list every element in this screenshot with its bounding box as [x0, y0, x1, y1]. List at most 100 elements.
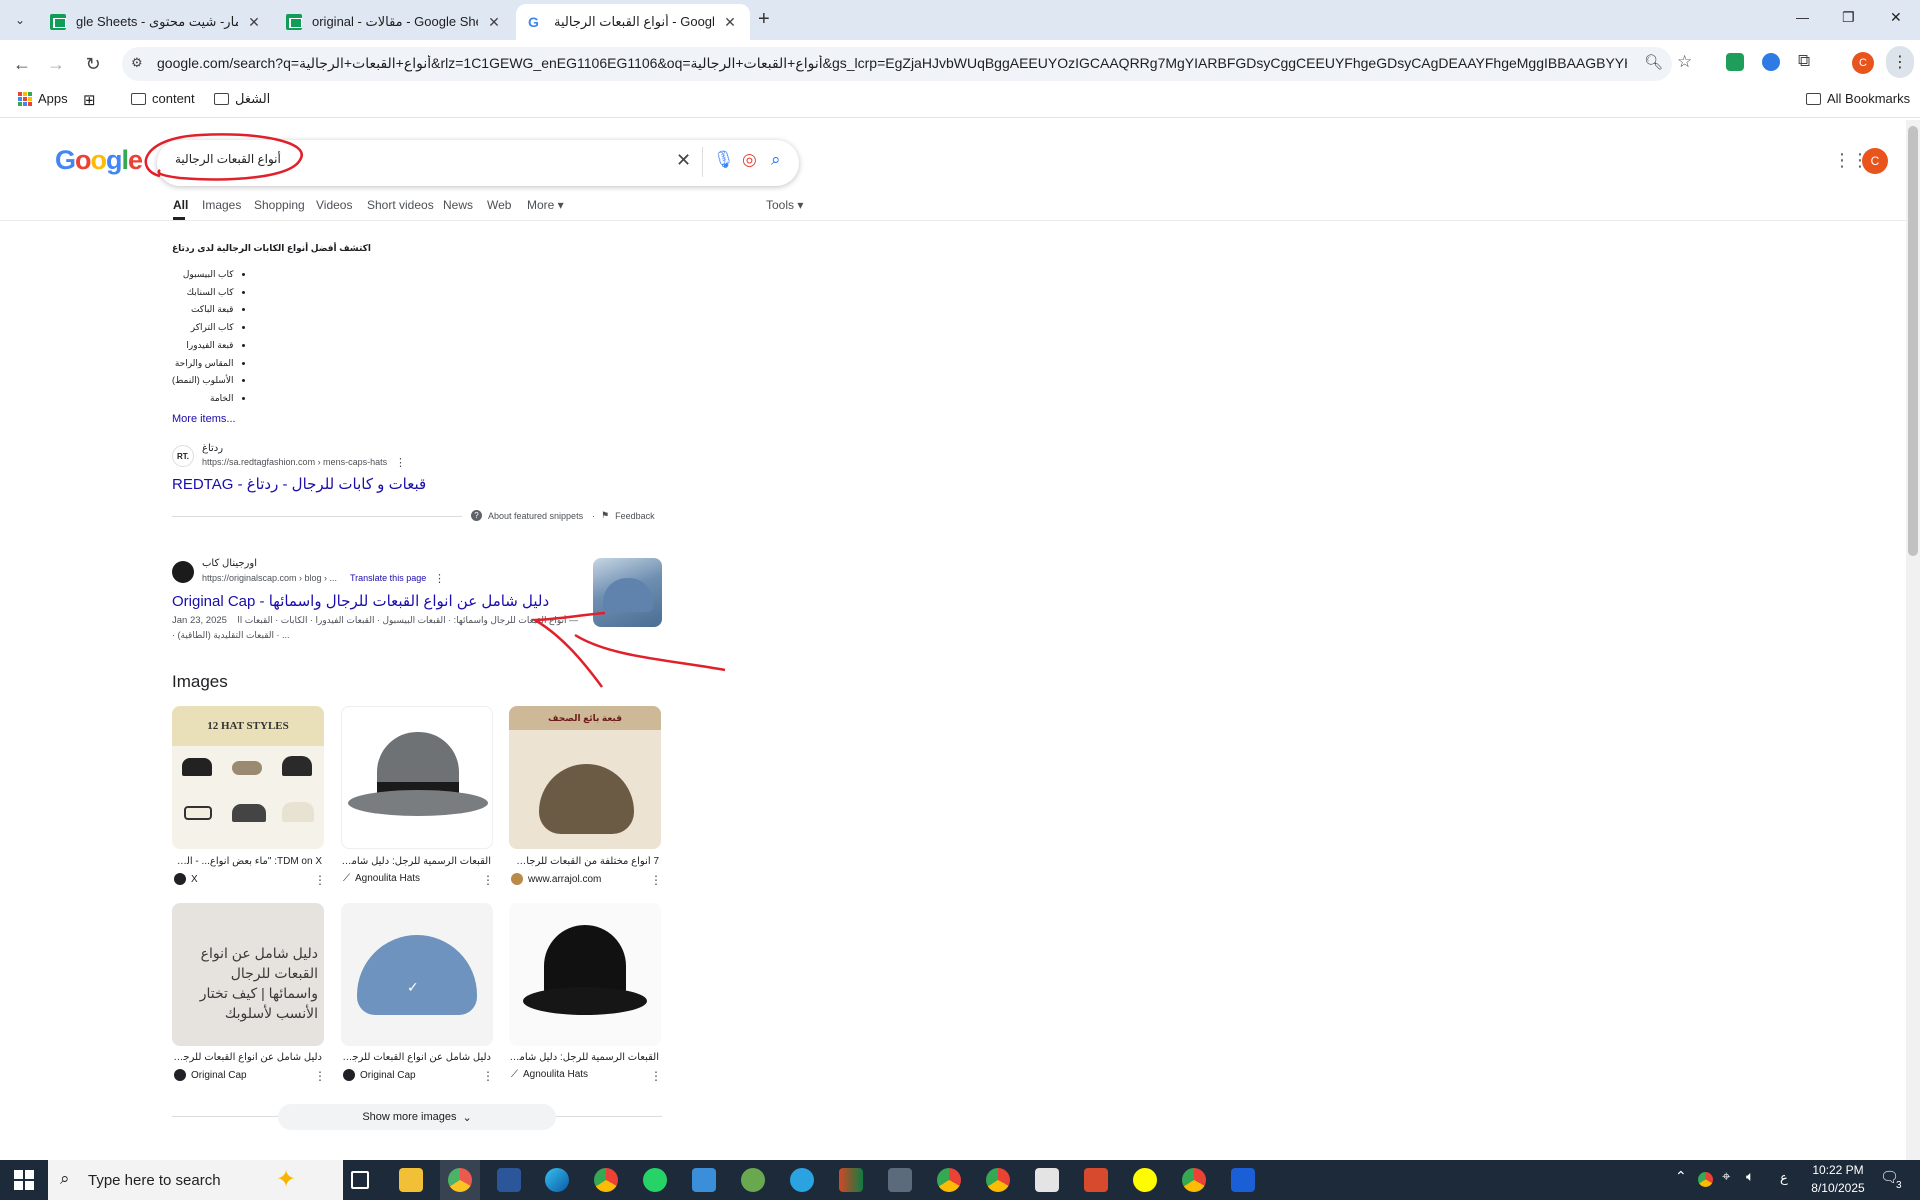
site-info-icon[interactable]: ⚙	[131, 55, 143, 71]
tab-shopping[interactable]: Shopping	[254, 198, 305, 212]
blue-app-icon[interactable]	[1231, 1168, 1255, 1192]
scrollbar-thumb[interactable]	[1908, 126, 1918, 556]
close-tab-icon[interactable]: ✕	[246, 14, 262, 31]
tab-search-button[interactable]: ⌄	[8, 8, 32, 32]
translate-link[interactable]: Translate this page	[350, 573, 426, 583]
image-caption[interactable]: دليل شامل عن انواع القبعات للرجال واسما.…	[172, 1052, 322, 1063]
taskbar-search-box[interactable]: Type here to search	[48, 1160, 343, 1200]
chrome-alt-icon[interactable]	[986, 1168, 1010, 1192]
minimize-button[interactable]: —	[1796, 10, 1809, 25]
all-bookmarks-folder[interactable]: All Bookmarks	[1806, 91, 1910, 106]
chrome-profile-icon[interactable]	[594, 1168, 618, 1192]
paint-icon[interactable]	[1084, 1168, 1108, 1192]
chrome-w-icon[interactable]	[937, 1168, 961, 1192]
presentation-icon[interactable]	[1035, 1168, 1059, 1192]
more-items-link[interactable]: More items...	[172, 413, 236, 425]
tab-videos[interactable]: Videos	[316, 198, 352, 212]
tab-sheet-articles[interactable]: original - مقالات - Google Sheets ✕	[274, 4, 514, 40]
image-options-icon[interactable]: ⋮	[482, 873, 494, 887]
remote-desktop-icon[interactable]	[692, 1168, 716, 1192]
image-source[interactable]: Original Cap	[343, 1069, 416, 1081]
snippet-result-title[interactable]: قبعات و كابات للرجال - ردتاغ - REDTAG	[172, 475, 426, 493]
copilot-sparkle-icon[interactable]: ✦	[276, 1165, 296, 1194]
image-options-icon[interactable]: ⋮	[314, 873, 326, 887]
tab-google-search[interactable]: G أنواع القبعات الرجالية - Google Search…	[516, 4, 750, 40]
lens-search-icon[interactable]: ◎	[742, 150, 757, 170]
tab-sheet-content[interactable]: gle Sheets - عمار- شيت محتوى ✕	[38, 4, 274, 40]
image-source[interactable]: X	[174, 873, 198, 885]
tab-more[interactable]: More ▾	[527, 198, 564, 212]
profile-avatar[interactable]: C	[1852, 52, 1874, 74]
bookmark-star-icon[interactable]: ☆	[1677, 52, 1692, 72]
image-source[interactable]: Original Cap	[174, 1069, 247, 1081]
calculator-icon[interactable]	[888, 1168, 912, 1192]
reload-button[interactable]: ↻	[79, 50, 107, 78]
extensions-puzzle-icon[interactable]: ⧉	[1798, 51, 1810, 71]
edge-icon[interactable]	[545, 1168, 569, 1192]
bookmark-apps[interactable]: Apps	[18, 91, 68, 106]
clock-date[interactable]: 8/10/2025	[1806, 1181, 1870, 1195]
close-window-button[interactable]: ✕	[1890, 9, 1902, 26]
image-options-icon[interactable]: ⋮	[482, 1069, 494, 1083]
close-tab-icon[interactable]: ✕	[722, 14, 738, 31]
snapchat-icon[interactable]	[1133, 1168, 1157, 1192]
clock-time[interactable]: 10:22 PM	[1810, 1163, 1866, 1177]
forward-button[interactable]: →	[42, 50, 70, 78]
clear-search-icon[interactable]: ✕	[676, 150, 691, 171]
image-caption[interactable]: 7 أنواع مختلفة من القبعات للرجال | الرجل	[509, 856, 659, 867]
chrome-extra-icon[interactable]	[1182, 1168, 1206, 1192]
image-card[interactable]: قبعة بائع الصحف	[509, 706, 661, 849]
google-logo[interactable]: Google	[55, 145, 143, 176]
voice-search-icon[interactable]: 🎙︎	[713, 150, 735, 170]
image-source[interactable]: ⟋ Agnoulita Hats	[511, 1069, 588, 1080]
image-card[interactable]	[509, 903, 661, 1046]
network-icon[interactable]: ⌖	[1722, 1168, 1730, 1185]
image-card[interactable]	[341, 706, 493, 849]
image-options-icon[interactable]: ⋮	[650, 873, 662, 887]
tab-all[interactable]: All	[173, 198, 188, 212]
bookmark-work-folder[interactable]: الشغل	[214, 91, 270, 107]
office-apps-icon[interactable]	[839, 1168, 863, 1192]
browser-menu-icon[interactable]: ⋮	[1886, 46, 1914, 78]
url-text[interactable]: google.com/search?q=أنواع+القبعات+الرجال…	[157, 55, 1627, 72]
zoom-icon[interactable]: 🔍︎	[1644, 53, 1663, 71]
tab-groups-icon[interactable]: ⊞	[83, 91, 96, 109]
word-icon[interactable]	[497, 1168, 521, 1192]
show-more-images-button[interactable]: Show more images ⌄	[278, 1104, 556, 1130]
result-title[interactable]: دليل شامل عن انواع القبعات للرجال واسمائ…	[172, 592, 549, 610]
image-caption[interactable]: TDM on X: "ماء بعض انواع... - الرجل	[172, 856, 322, 867]
volume-icon[interactable]: 🔈︎	[1746, 1168, 1754, 1185]
image-caption[interactable]: دليل شامل عن انواع القبعات للرجال واسما.…	[341, 1052, 491, 1063]
windows-start-icon[interactable]	[14, 1170, 34, 1190]
tab-web[interactable]: Web	[487, 198, 511, 212]
show-hidden-icons[interactable]: ⌃	[1675, 1168, 1687, 1185]
game-icon[interactable]	[741, 1168, 765, 1192]
tab-news[interactable]: News	[443, 198, 473, 212]
image-options-icon[interactable]: ⋮	[650, 1069, 662, 1083]
feedback-link[interactable]: · ⚑ Feedback	[592, 510, 655, 521]
file-explorer-icon[interactable]	[399, 1168, 423, 1192]
image-caption[interactable]: القبعات الرسمية للرجل: دليل شامل للأناقة	[509, 1052, 659, 1063]
tray-chrome-icon[interactable]	[1698, 1172, 1713, 1187]
new-tab-button[interactable]: +	[758, 8, 770, 31]
restore-button[interactable]: ❐	[1842, 9, 1855, 26]
tab-short-videos[interactable]: Short videos	[367, 198, 434, 212]
image-card[interactable]: 12 HAT STYLES	[172, 706, 324, 849]
language-indicator[interactable]: ع	[1780, 1170, 1788, 1186]
bookmark-content-folder[interactable]: content	[131, 91, 195, 106]
image-source[interactable]: ⟋ Agnoulita Hats	[343, 873, 420, 884]
image-card[interactable]: ✓	[341, 903, 493, 1046]
image-source[interactable]: www.arrajol.com	[511, 873, 601, 885]
search-submit-icon[interactable]: ⌕	[771, 150, 781, 170]
whatsapp-icon[interactable]	[643, 1168, 667, 1192]
back-button[interactable]: ←	[8, 50, 36, 78]
tab-images[interactable]: Images	[202, 198, 241, 212]
image-card[interactable]: دليل شامل عن انواع القبعات للرجال واسمائ…	[172, 903, 324, 1046]
result-options-icon[interactable]: ⋮	[434, 572, 445, 585]
result-options-icon[interactable]: ⋮	[395, 456, 406, 469]
telegram-icon[interactable]	[790, 1168, 814, 1192]
google-account-avatar[interactable]: C	[1862, 148, 1888, 174]
tools-button[interactable]: Tools ▾	[766, 198, 803, 212]
extension-icon-green[interactable]	[1726, 53, 1744, 71]
image-caption[interactable]: القبعات الرسمية للرجل: دليل شامل للأناقة	[341, 856, 491, 867]
